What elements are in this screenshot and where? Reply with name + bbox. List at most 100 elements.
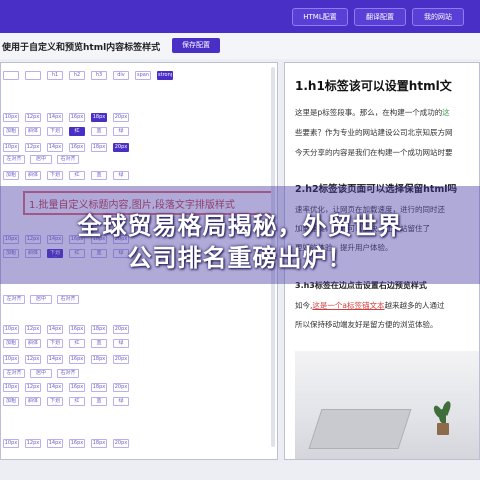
font-size-chip[interactable]: 10px [3, 113, 19, 122]
font-size-chip[interactable]: 12px [25, 355, 41, 364]
headline-banner: 全球贸易格局揭秘，外贸世界 公司排名重磅出炉！ [0, 186, 480, 284]
tag-chip[interactable]: span [135, 71, 151, 80]
page-title: 使用于自定义和预览html内容标签样式 [2, 43, 161, 53]
page-footer-strip [0, 462, 480, 480]
font-size-chip[interactable]: 20px [113, 355, 129, 364]
font-size-chip[interactable]: 16px [69, 113, 85, 122]
text-style-chip[interactable]: 红 [69, 127, 85, 136]
align-chip[interactable]: 居中 [30, 295, 52, 304]
font-size-chip[interactable]: 20px [113, 113, 129, 122]
font-size-chip[interactable]: 16px [69, 355, 85, 364]
translate-config-button[interactable]: 翻译配置 [354, 8, 406, 26]
top-nav: HTML配置 翻译配置 我的网站 [0, 0, 480, 33]
my-website-button[interactable]: 我的网站 [412, 8, 464, 26]
align-chip[interactable]: 左对齐 [3, 295, 25, 304]
tag-chip[interactable] [25, 71, 41, 80]
align-chip[interactable]: 左对齐 [3, 369, 25, 378]
text-style-chip[interactable]: 红 [69, 397, 85, 406]
text-style-chip[interactable]: 绿 [113, 339, 129, 348]
font-size-chip[interactable]: 20px [113, 325, 129, 334]
font-size-chip[interactable]: 18px [91, 439, 107, 448]
preview-image [295, 351, 479, 459]
text-style-chip[interactable]: 斜体 [25, 339, 41, 348]
banner-headline-line1: 全球贸易格局揭秘，外贸世界 [77, 212, 403, 240]
align-chip[interactable]: 居中 [30, 155, 52, 164]
text-style-chip[interactable]: 蓝 [91, 127, 107, 136]
font-size-chip[interactable]: 12px [25, 113, 41, 122]
preview-green-text: 这 [442, 108, 450, 117]
font-size-chip[interactable]: 12px [25, 143, 41, 152]
text-style-chip[interactable]: 绿 [113, 171, 129, 180]
preview-paragraph: 这里是p标签段事。那么，在构建一个成功的这 [295, 107, 450, 118]
preview-text: 如今, [295, 301, 313, 310]
font-size-chip[interactable]: 14px [47, 383, 63, 392]
font-size-chip[interactable]: 14px [47, 113, 63, 122]
font-size-chip[interactable]: 12px [25, 383, 41, 392]
text-style-chip[interactable]: 加粗 [3, 127, 19, 136]
font-size-chip[interactable]: 14px [47, 439, 63, 448]
font-size-chip[interactable]: 18px [91, 355, 107, 364]
text-style-chip[interactable]: 蓝 [91, 171, 107, 180]
text-style-chip[interactable]: 蓝 [91, 397, 107, 406]
font-size-chip[interactable]: 18px [91, 325, 107, 334]
font-size-chip[interactable]: 16px [69, 383, 85, 392]
font-size-chip[interactable]: 16px [69, 439, 85, 448]
font-size-chip[interactable]: 14px [47, 143, 63, 152]
text-style-chip[interactable]: 斜体 [25, 171, 41, 180]
text-style-chip[interactable]: 下划线 [47, 127, 63, 136]
preview-text: 这里是p标签段事。那么，在构建一个成功的 [295, 108, 443, 117]
tag-chip[interactable] [3, 71, 19, 80]
tag-chip[interactable]: strong [157, 71, 173, 80]
tag-chip[interactable]: h1 [47, 71, 63, 80]
font-size-chip[interactable]: 18px [91, 143, 107, 152]
text-style-chip[interactable]: 下划线 [47, 397, 63, 406]
preview-h1: 1.h1标签该可以设置html文 [295, 79, 452, 93]
save-config-button[interactable]: 保存配置 [172, 38, 220, 53]
font-size-chip[interactable]: 10px [3, 383, 19, 392]
text-style-chip[interactable]: 红 [69, 339, 85, 348]
font-size-chip[interactable]: 14px [47, 325, 63, 334]
text-style-chip[interactable]: 绿 [113, 127, 129, 136]
font-size-chip[interactable]: 10px [3, 325, 19, 334]
tag-chip[interactable]: div [113, 71, 129, 80]
banner-headline-line2: 公司排名重磅出炉！ [127, 244, 353, 272]
preview-paragraph: 如今,这是一个a标签锚文本越来越多的人通过 [295, 300, 445, 311]
align-chip[interactable]: 左对齐 [3, 155, 25, 164]
text-style-chip[interactable]: 下划线 [47, 171, 63, 180]
preview-anchor-link[interactable]: 这是一个a标签锚文本 [312, 301, 384, 310]
text-style-chip[interactable]: 蓝 [91, 339, 107, 348]
tag-chip[interactable]: h3 [91, 71, 107, 80]
laptop-illustration [308, 409, 412, 449]
preview-paragraph: 今天分享的内容是我们在构建一个成功网站时要 [295, 148, 453, 157]
text-style-chip[interactable]: 绿 [113, 397, 129, 406]
text-style-chip[interactable]: 加粗 [3, 339, 19, 348]
align-chip[interactable]: 居中 [30, 369, 52, 378]
preview-paragraph: 所以保持移动端友好是留方便的浏览体验。 [295, 320, 438, 329]
font-size-chip[interactable]: 12px [25, 325, 41, 334]
align-chip[interactable]: 右对齐 [57, 155, 79, 164]
font-size-chip[interactable]: 16px [69, 143, 85, 152]
text-style-chip[interactable]: 下划线 [47, 339, 63, 348]
align-chip[interactable]: 右对齐 [57, 295, 79, 304]
tag-chip[interactable]: h2 [69, 71, 85, 80]
text-style-chip[interactable]: 红 [69, 171, 85, 180]
text-style-chip[interactable]: 加粗 [3, 171, 19, 180]
font-size-chip[interactable]: 14px [47, 355, 63, 364]
preview-paragraph: 些要素？作为专业的网站建设公司北京知辰方网 [295, 128, 453, 137]
font-size-chip[interactable]: 20px [113, 143, 129, 152]
font-size-chip[interactable]: 10px [3, 143, 19, 152]
font-size-chip[interactable]: 10px [3, 439, 19, 448]
font-size-chip[interactable]: 12px [25, 439, 41, 448]
font-size-chip[interactable]: 18px [91, 113, 107, 122]
html-config-button[interactable]: HTML配置 [292, 8, 348, 26]
font-size-chip[interactable]: 10px [3, 355, 19, 364]
text-style-chip[interactable]: 斜体 [25, 127, 41, 136]
font-size-chip[interactable]: 20px [113, 439, 129, 448]
text-style-chip[interactable]: 斜体 [25, 397, 41, 406]
plant-illustration [431, 399, 453, 435]
font-size-chip[interactable]: 16px [69, 325, 85, 334]
font-size-chip[interactable]: 20px [113, 383, 129, 392]
align-chip[interactable]: 右对齐 [57, 369, 79, 378]
font-size-chip[interactable]: 18px [91, 383, 107, 392]
text-style-chip[interactable]: 加粗 [3, 397, 19, 406]
